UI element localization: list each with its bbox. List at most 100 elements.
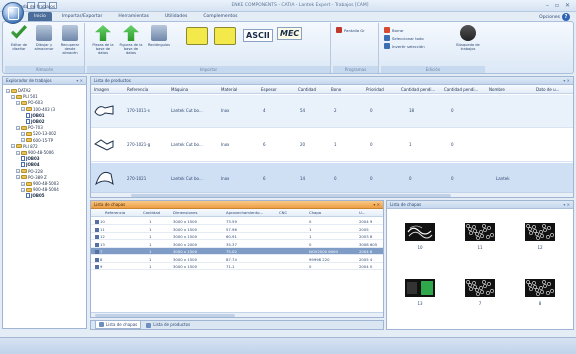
tab-complementos[interactable]: Complementos [197, 12, 243, 21]
expand-icon[interactable]: − [16, 125, 20, 130]
tree-item[interactable]: − DATA2 [6, 88, 31, 93]
expand-icon[interactable]: − [21, 138, 25, 143]
expand-icon[interactable]: − [6, 88, 10, 93]
seleccionar-todo-button[interactable]: Seleccionar todo [384, 35, 424, 41]
borrar-button[interactable]: Borrar [384, 27, 404, 33]
sheet-row[interactable]: 11 1 3000 x 1500 57.96 1 2005 [91, 226, 383, 233]
tree-item[interactable]: − 600-15-TP [21, 138, 53, 143]
tree-item[interactable]: − PO-389 Z [16, 175, 47, 180]
tree-item[interactable]: JOB04 [21, 162, 40, 168]
sheet-preview-image[interactable] [525, 223, 555, 241]
mec-import-button[interactable]: MEC [277, 27, 303, 40]
col-referencia[interactable]: Referencia [127, 87, 148, 92]
ascii-import-button[interactable]: ASCII [243, 29, 273, 42]
tree-item[interactable]: JOB03 [21, 156, 40, 162]
product-row[interactable]: 170-1011-s Lantek Cut bo... Inox 4 54 2 0 18 0 [91, 95, 573, 128]
tree-item[interactable]: − 900-48-5004 [21, 187, 59, 192]
tree-item[interactable]: − PO-603 [16, 100, 43, 105]
expand-icon[interactable]: − [11, 94, 15, 99]
sheet-preview-image[interactable] [405, 279, 435, 297]
panel-pin-icon[interactable]: ▾ ✕ [76, 77, 83, 85]
tree-item[interactable]: − 900-48-5006 [16, 150, 54, 155]
tab-lista-productos[interactable]: Lista de productos [143, 321, 193, 329]
busqueda-trabajos-button[interactable]: Búsqueda de trabajos [453, 25, 483, 51]
tab-inicio[interactable]: Inicio [28, 12, 52, 21]
help-icon[interactable]: ? [562, 13, 570, 21]
expand-icon[interactable]: − [16, 169, 20, 174]
panel-controls-icon[interactable]: ▾ ✕ [373, 201, 380, 209]
col-sheet-u[interactable]: U... [359, 210, 365, 215]
maximize-button[interactable]: ▫ [555, 2, 559, 9]
editar-disenar-button[interactable]: Editar de diseñar [7, 25, 31, 51]
import-dwg-button[interactable] [213, 27, 237, 47]
application-menu-button[interactable] [2, 2, 24, 24]
expand-icon[interactable]: − [16, 100, 20, 105]
sheet-preview-image[interactable] [525, 279, 555, 297]
col-bono[interactable]: Bono [331, 87, 341, 92]
sheet-horizontal-scrollbar[interactable] [91, 312, 383, 317]
sheet-preview-image[interactable] [405, 223, 435, 241]
tree-item[interactable]: − PO-228 [16, 169, 43, 174]
sheet-row[interactable]: 13 1 3000 x 2000 35.37 0 3008 605 [91, 241, 383, 248]
col-sheet-aprovechamiento[interactable]: Aprovechamiento... [226, 210, 263, 215]
sheet-row[interactable]: 10 1 3000 x 1500 73.59 0 2004 9 [91, 218, 383, 225]
col-cantidad-pendiente-2[interactable]: Cantidad pendi... [444, 87, 478, 92]
expand-icon[interactable]: − [21, 181, 25, 186]
expand-icon[interactable]: − [21, 131, 25, 136]
tree-item[interactable]: − PO-703 [16, 125, 43, 130]
sheet-preview-image[interactable] [465, 279, 495, 297]
sheet-preview-image[interactable] [465, 223, 495, 241]
tree-item[interactable]: − 520-13-002 [21, 131, 56, 136]
minimize-button[interactable]: – [546, 2, 549, 9]
col-sheet-dimensiones[interactable]: Dimensiones [173, 210, 198, 215]
rectangulos-button[interactable]: Rectángulos [147, 25, 171, 47]
sheet-row[interactable]: 7 1 3000 x 1500 75.02 NOV2000 6000 2004 6 [91, 248, 383, 255]
col-sheet-chapa[interactable]: Chapa [309, 210, 321, 215]
scroll-thumb[interactable] [95, 314, 235, 317]
expand-icon[interactable]: − [16, 175, 20, 180]
tree-item[interactable]: JOB05 [26, 193, 45, 199]
sheet-row[interactable]: 9 1 3000 x 1500 71.1 0 2004 0 [91, 263, 383, 270]
close-button[interactable]: ✕ [565, 2, 570, 9]
col-sheet-cnc[interactable]: CNC [279, 210, 287, 215]
base-datos-button[interactable]: Piezas de la base de datos [91, 25, 115, 55]
col-cantidad[interactable]: Cantidad [298, 87, 316, 92]
pantalla-button[interactable]: Pantalla Gr [336, 27, 365, 33]
almacenar-button[interactable]: Dibujar y almacenar [32, 25, 56, 51]
tab-importar-exportar[interactable]: Importar/Exportar [56, 12, 108, 21]
tab-lista-chapas[interactable]: Lista de chapas [95, 321, 142, 329]
import-dxf-button[interactable] [185, 27, 209, 47]
tree-item[interactable]: − PLI 501 [11, 94, 38, 99]
tree-item[interactable]: − PLI 872 [11, 144, 38, 149]
panel-controls-icon[interactable]: ▾ ✕ [563, 77, 570, 85]
col-imagen[interactable]: Imagen [94, 87, 109, 92]
product-horizontal-scrollbar[interactable] [91, 192, 573, 197]
panel-controls-icon[interactable]: ▾ ✕ [563, 201, 570, 209]
col-material[interactable]: Material [221, 87, 237, 92]
figuras-button[interactable]: Figuras de la base de datos [119, 25, 143, 55]
tree-item[interactable]: JOB02 [26, 119, 45, 124]
recuperar-button[interactable]: Recuperar desde almacén [58, 25, 82, 55]
invertir-button[interactable]: Invertir selección [384, 43, 425, 49]
expand-icon[interactable]: − [21, 107, 25, 112]
col-espesor[interactable]: Espesor [261, 87, 277, 92]
col-dato[interactable]: Dato de u... [536, 87, 559, 92]
tab-utilidades[interactable]: Utilidades [159, 12, 193, 21]
tree-item[interactable]: − 900-48-5003 [21, 181, 59, 186]
tree-item[interactable]: − 100-403 (3 [21, 107, 55, 112]
col-maquina[interactable]: Máquina [171, 87, 188, 92]
sheet-row[interactable]: 8 1 3000 x 1500 87.74 99998 220 2005 4 [91, 256, 383, 263]
expand-icon[interactable]: − [16, 150, 20, 155]
tree-item[interactable]: JOB01 [26, 112, 45, 118]
col-prioridad[interactable]: Prioridad [366, 87, 384, 92]
col-nombre[interactable]: Nombre [489, 87, 505, 92]
col-cantidad-pendiente-1[interactable]: Cantidad pendi... [401, 87, 435, 92]
expand-icon[interactable]: − [11, 144, 15, 149]
col-sheet-cantidad[interactable]: Cantidad [143, 210, 160, 215]
sheet-row[interactable]: 12 1 3000 x 1500 60.91 1 2003 8 [91, 233, 383, 240]
scroll-thumb[interactable] [131, 194, 451, 197]
options-menu[interactable]: Opciones? [539, 13, 570, 21]
expand-icon[interactable]: − [21, 187, 25, 192]
product-row[interactable]: 270-1021-g Lantek Cut bo... Inox 6 20 1 0 1 0 [91, 129, 573, 162]
tab-herramientas[interactable]: Herramientas [112, 12, 155, 21]
